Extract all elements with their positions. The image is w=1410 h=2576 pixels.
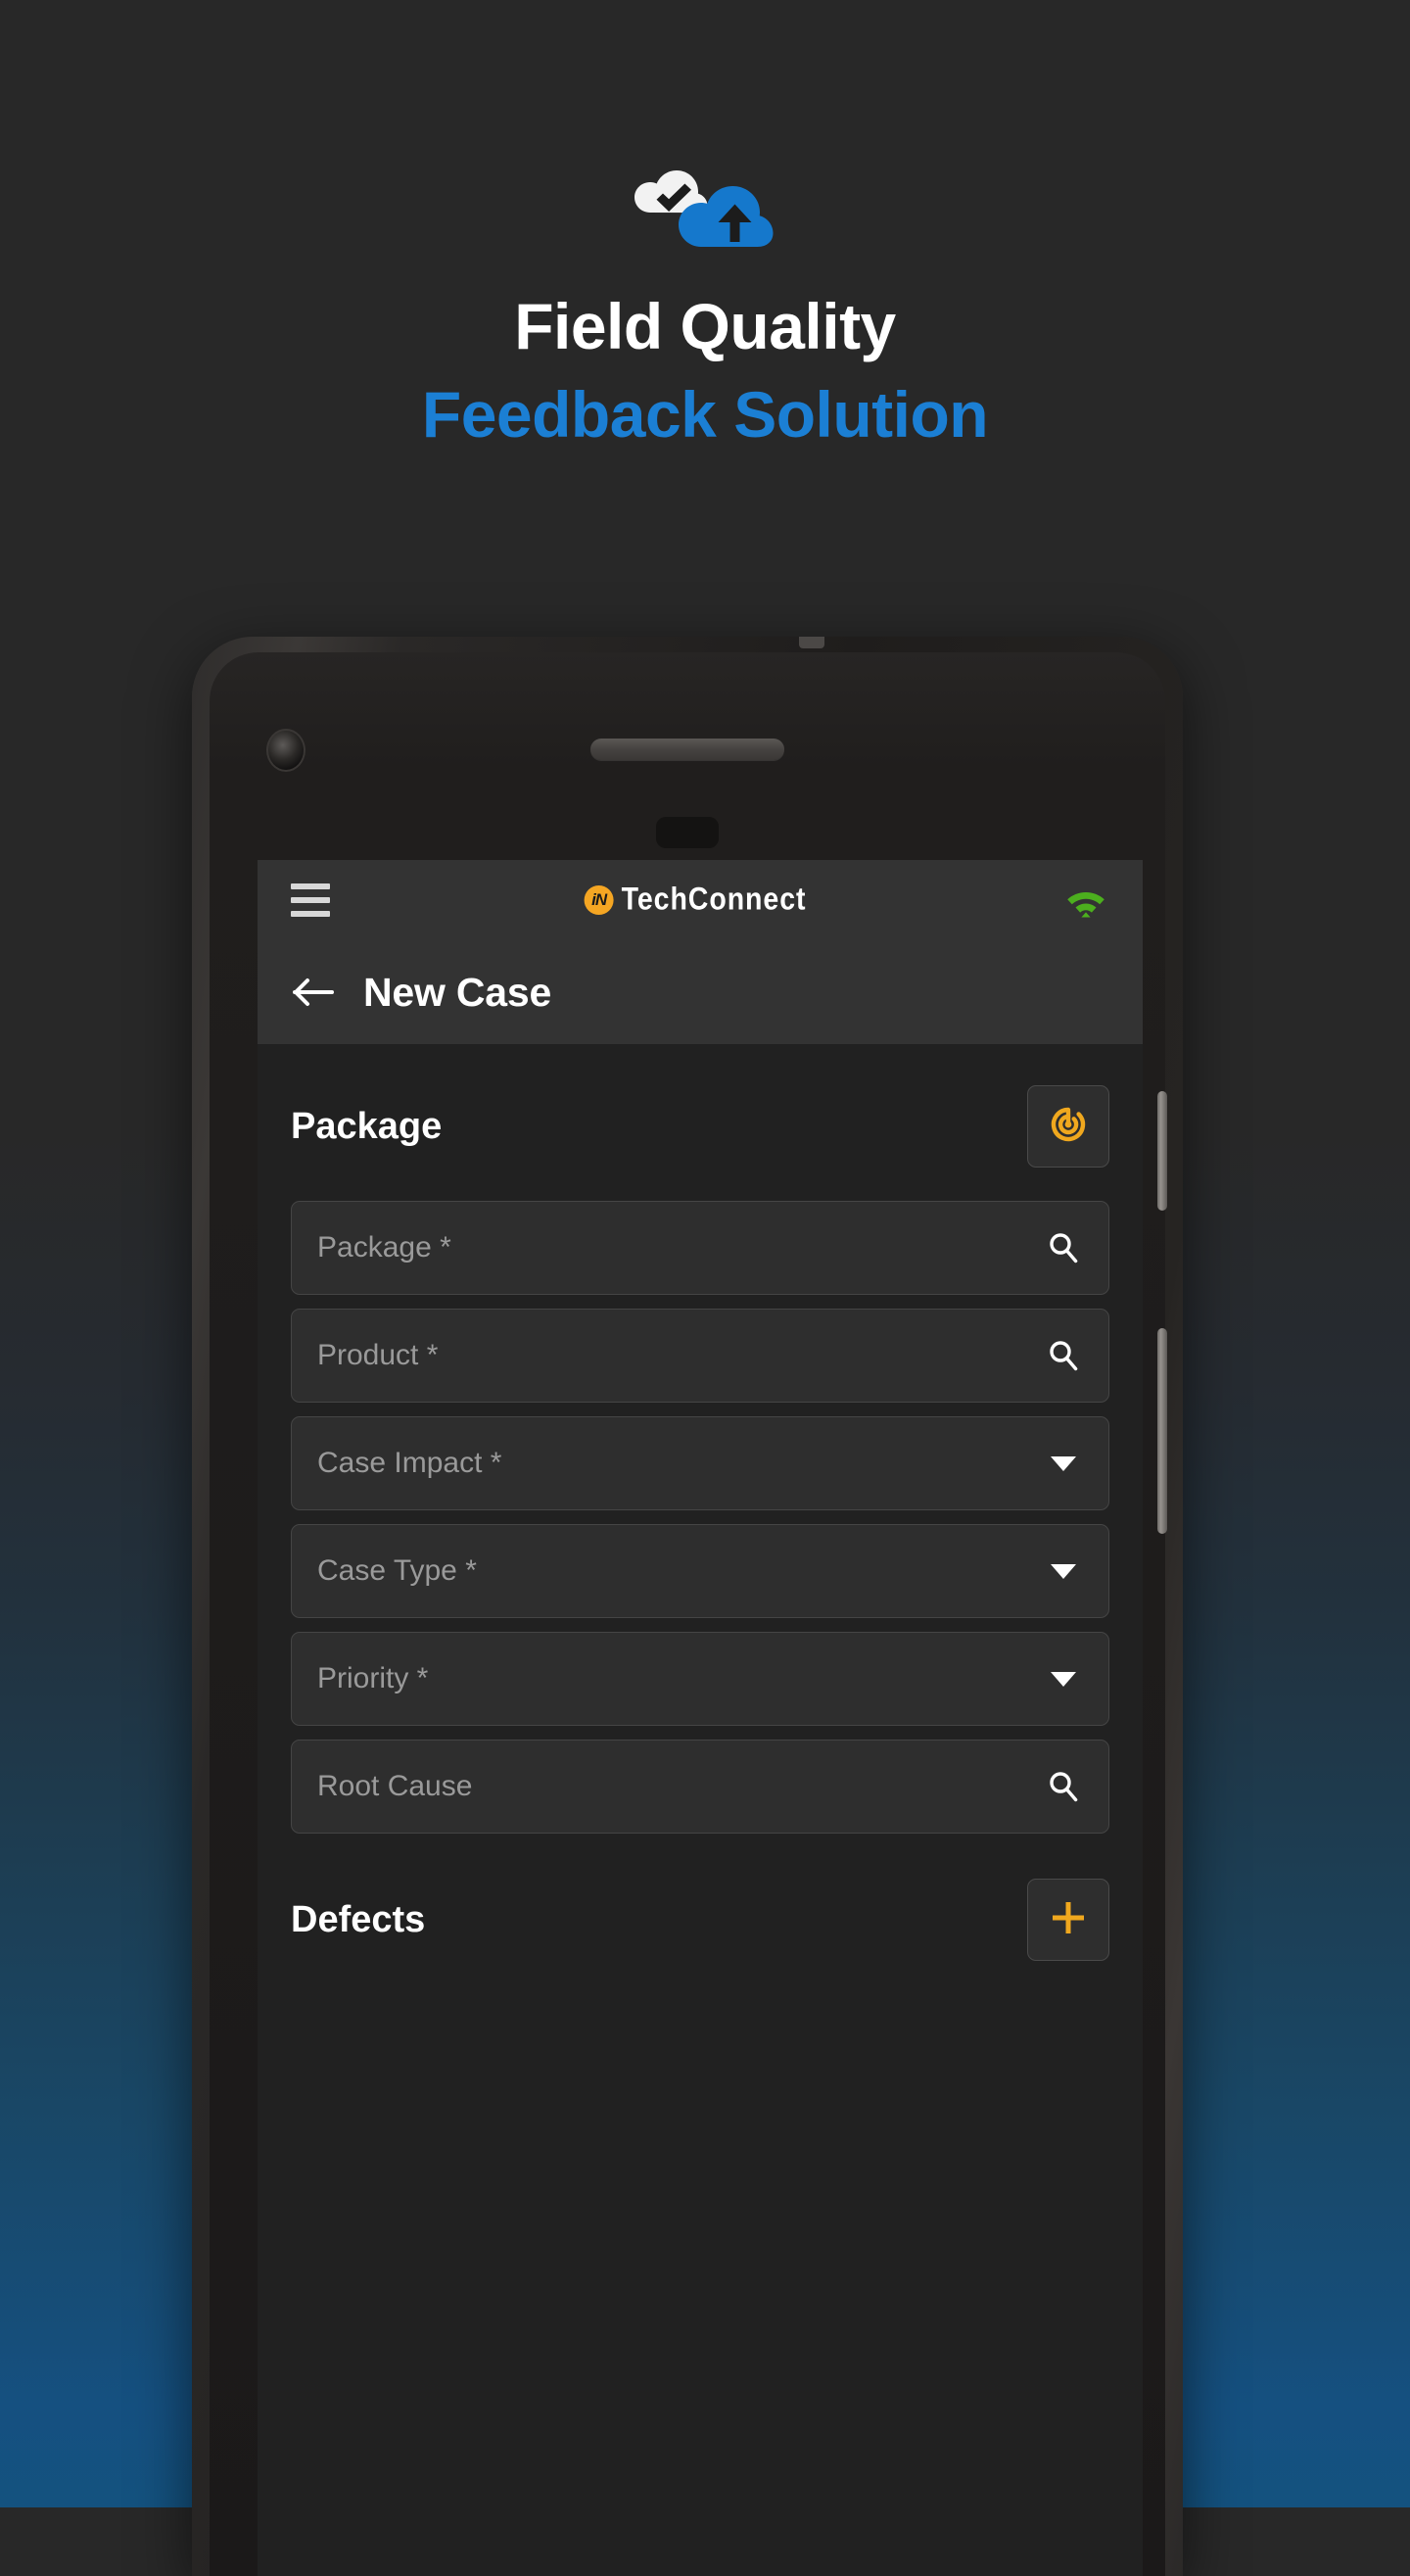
wifi-icon bbox=[1062, 882, 1109, 919]
hero-banner: Field Quality Feedback Solution bbox=[0, 0, 1410, 549]
proximity-sensor bbox=[656, 817, 719, 848]
front-camera-icon bbox=[266, 729, 306, 772]
package-section-title: Package bbox=[291, 1105, 443, 1147]
phone-screen: iN TechConnect New Case Package Package … bbox=[258, 860, 1143, 2576]
brand-name-label: TechConnect bbox=[621, 882, 807, 918]
chevron-down-icon[interactable] bbox=[1044, 1444, 1083, 1483]
plus-add-icon bbox=[1046, 1895, 1091, 1945]
defects-section-title: Defects bbox=[291, 1898, 426, 1940]
package-section-header: Package bbox=[258, 1044, 1143, 1201]
brand-logo: iN TechConnect bbox=[584, 882, 817, 918]
field-root-cause[interactable]: Root Cause bbox=[291, 1740, 1109, 1834]
brand-mark-icon: iN bbox=[584, 885, 614, 915]
screen-content: Package Package * Product * Case Impact … bbox=[258, 1044, 1143, 1961]
search-icon[interactable] bbox=[1044, 1767, 1083, 1806]
phone-top-antenna-line bbox=[799, 637, 824, 648]
hero-title-primary: Field Quality bbox=[514, 290, 896, 362]
hero-title-secondary: Feedback Solution bbox=[421, 378, 989, 451]
earpiece-speaker bbox=[590, 739, 784, 760]
field-case-impact-label: Case Impact * bbox=[317, 1447, 502, 1479]
field-product-label: Product * bbox=[317, 1339, 439, 1371]
app-bar: iN TechConnect New Case bbox=[258, 860, 1143, 1044]
search-icon[interactable] bbox=[1044, 1336, 1083, 1375]
field-root-cause-label: Root Cause bbox=[317, 1770, 473, 1802]
field-priority[interactable]: Priority * bbox=[291, 1632, 1109, 1726]
field-priority-label: Priority * bbox=[317, 1662, 429, 1694]
field-package-label: Package * bbox=[317, 1231, 451, 1264]
phone-mockup: iN TechConnect New Case Package Package … bbox=[192, 637, 1183, 2576]
form-fields: Package * Product * Case Impact * Case T… bbox=[258, 1201, 1143, 1834]
field-case-impact[interactable]: Case Impact * bbox=[291, 1416, 1109, 1510]
field-case-type-label: Case Type * bbox=[317, 1554, 477, 1587]
add-defect-button[interactable] bbox=[1027, 1879, 1109, 1961]
phone-bezel: iN TechConnect New Case Package Package … bbox=[210, 652, 1167, 2576]
cloud-check-upload-logo bbox=[607, 152, 803, 260]
back-arrow-icon[interactable] bbox=[291, 976, 336, 1009]
chevron-down-icon[interactable] bbox=[1044, 1659, 1083, 1698]
hamburger-menu-icon[interactable] bbox=[291, 883, 330, 917]
chevron-down-icon[interactable] bbox=[1044, 1551, 1083, 1591]
app-bar-top-row: iN TechConnect bbox=[258, 860, 1143, 940]
page-subheader: New Case bbox=[258, 940, 1143, 1044]
field-product[interactable]: Product * bbox=[291, 1309, 1109, 1403]
scan-radar-button[interactable] bbox=[1027, 1085, 1109, 1168]
hero-title-block: Field Quality Feedback Solution bbox=[0, 294, 1410, 447]
scan-radar-icon bbox=[1046, 1102, 1091, 1152]
volume-button[interactable] bbox=[1157, 1328, 1167, 1534]
defects-section-header: Defects bbox=[258, 1834, 1143, 1961]
page-title: New Case bbox=[363, 969, 552, 1015]
power-button[interactable] bbox=[1157, 1091, 1167, 1211]
field-package[interactable]: Package * bbox=[291, 1201, 1109, 1295]
search-icon[interactable] bbox=[1044, 1228, 1083, 1267]
field-case-type[interactable]: Case Type * bbox=[291, 1524, 1109, 1618]
